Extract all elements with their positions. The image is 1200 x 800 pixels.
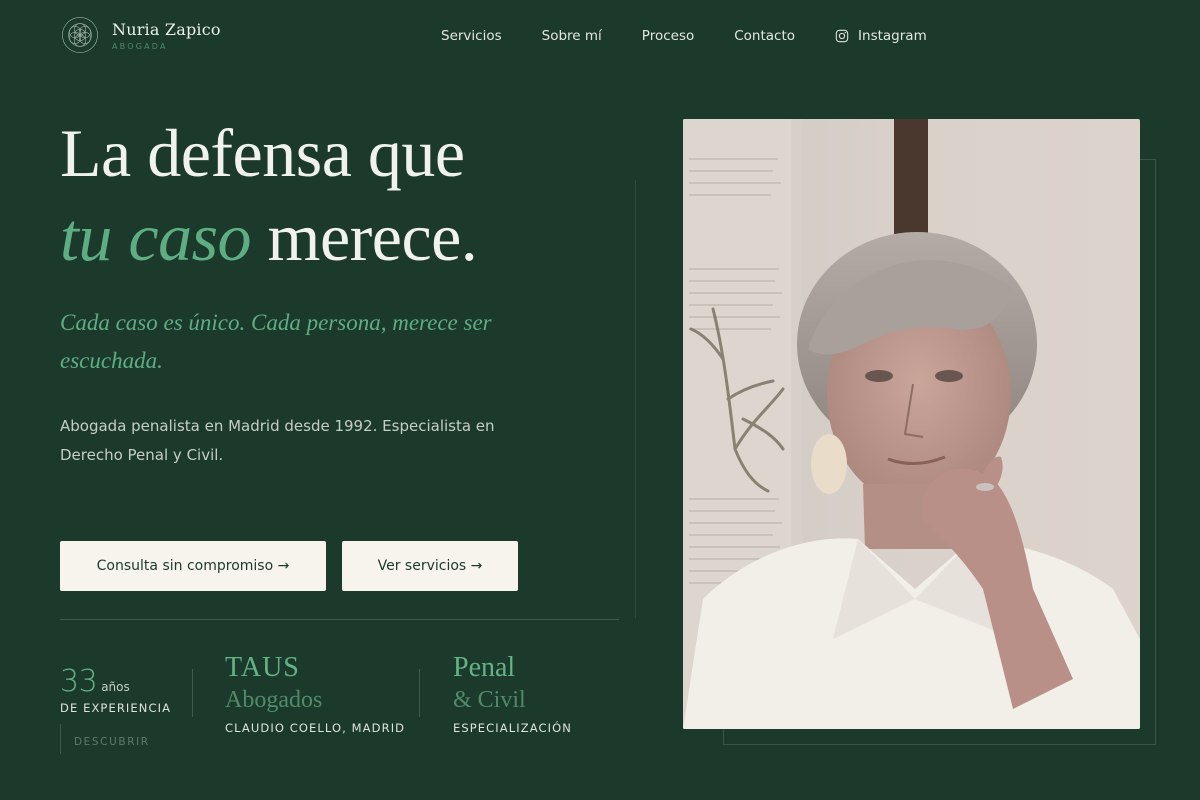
firm-name: TAUS	[225, 652, 300, 683]
experience-label: DE EXPERIENCIA	[60, 701, 172, 715]
hero-title-accent: tu caso	[60, 199, 252, 275]
nav-instagram[interactable]: Instagram	[835, 28, 927, 44]
consult-button[interactable]: Consulta sin compromiso →	[60, 541, 326, 591]
stat-experience: 33 años DE EXPERIENCIA	[60, 664, 171, 715]
main-nav: Servicios Sobre mí Proceso Contacto Inst…	[441, 28, 927, 44]
services-button[interactable]: Ver servicios →	[342, 541, 518, 591]
stat-firm: TAUS Abogados CLAUDIO COELLO, MADRID	[225, 652, 405, 735]
portrait-photo	[683, 119, 1140, 729]
years-unit: años	[101, 680, 130, 694]
brand-logo[interactable]: Nuria Zapico ABOGADA	[61, 16, 221, 54]
portrait-illustration	[683, 119, 1140, 729]
stat-separator	[419, 669, 420, 717]
decorative-line	[635, 180, 636, 618]
specialty-line1: Penal	[453, 652, 516, 683]
brand-name: Nuria Zapico	[112, 19, 221, 39]
nav-sobre-mi[interactable]: Sobre mí	[542, 28, 602, 44]
nav-instagram-label: Instagram	[858, 28, 927, 44]
divider	[60, 619, 619, 620]
firm-location: CLAUDIO COELLO, MADRID	[225, 721, 406, 735]
nav-servicios[interactable]: Servicios	[441, 28, 502, 44]
hero-title: La defensa que tu caso merece.	[60, 111, 478, 279]
hero-title-line1: La defensa que	[60, 115, 465, 191]
instagram-icon	[835, 29, 849, 43]
nav-contacto[interactable]: Contacto	[734, 28, 795, 44]
specialty-label: ESPECIALIZACIÓN	[453, 721, 572, 735]
flower-of-life-icon	[62, 17, 98, 53]
discover-link[interactable]: DESCUBRIR	[60, 724, 150, 754]
hero-description: Abogada penalista en Madrid desde 1992. …	[60, 417, 495, 464]
hero-title-rest: merece.	[251, 199, 478, 275]
hero-tagline: Cada caso es único. Cada persona, merece…	[60, 310, 492, 373]
stat-specialty: Penal & Civil ESPECIALIZACIÓN	[453, 652, 572, 735]
nav-proceso[interactable]: Proceso	[642, 28, 694, 44]
years-number: 33	[60, 664, 98, 699]
brand-subtitle: ABOGADA	[112, 41, 168, 51]
firm-name-sub: Abogados	[225, 687, 323, 713]
specialty-line2: & Civil	[453, 687, 526, 713]
stat-separator	[192, 669, 193, 717]
